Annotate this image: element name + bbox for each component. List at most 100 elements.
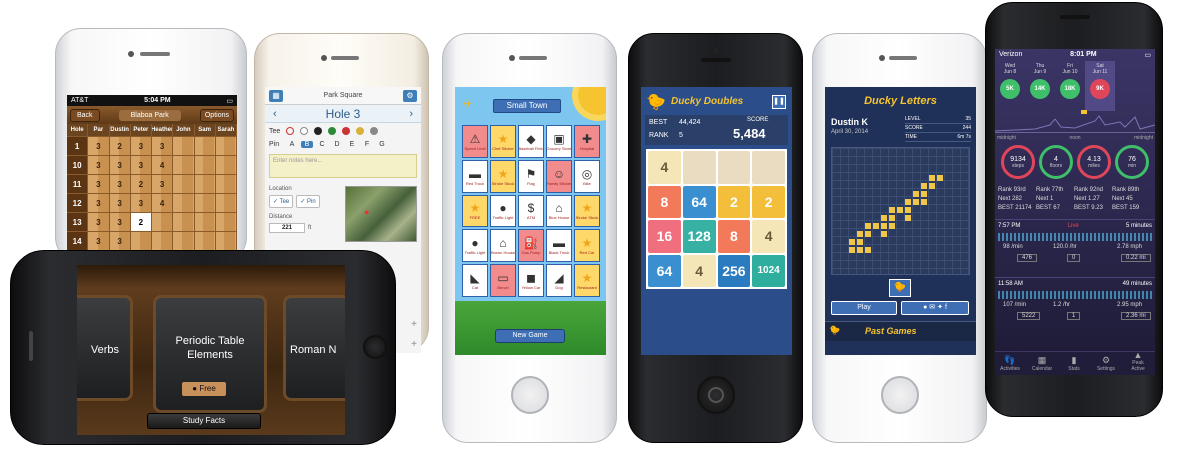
plus-icon[interactable]: +	[411, 315, 417, 335]
tee-color-gray[interactable]	[370, 127, 379, 135]
score-cell[interactable]: 3	[130, 137, 152, 156]
bingo-tile[interactable]: ✚ Hospital	[574, 125, 600, 158]
bingo-tile[interactable]: ◣ Cat	[462, 264, 488, 297]
next-hole-icon[interactable]: ›	[409, 108, 413, 120]
bingo-tile[interactable]: ⛽ Gas Pump	[518, 229, 544, 263]
card-roman-numerals[interactable]: Roman N	[283, 295, 345, 401]
tee-color-white[interactable]	[300, 127, 309, 135]
pin-option-c[interactable]: C	[316, 141, 328, 148]
score-cell[interactable]	[173, 175, 195, 194]
tee-color-gold[interactable]	[356, 127, 365, 135]
score-cell[interactable]	[173, 156, 195, 175]
score-cell[interactable]: 2	[109, 137, 131, 156]
score-cell[interactable]: 4	[152, 156, 174, 175]
score-cell[interactable]: 4	[152, 194, 174, 213]
day-column[interactable]: Thu Jun 9 14K	[1025, 61, 1055, 111]
study-facts-button[interactable]: Study Facts	[147, 413, 261, 429]
plus-icon[interactable]: +	[411, 335, 417, 353]
bingo-tile[interactable]: ▭ Bench	[490, 264, 516, 297]
bingo-tile[interactable]: ◆ Baseball Field	[518, 125, 544, 158]
bingo-tile[interactable]: ◎ Bike	[574, 159, 600, 193]
bingo-tile[interactable]: ★ Chef Sticker	[490, 125, 516, 158]
play-button[interactable]: Play	[831, 301, 897, 315]
tee-color-black[interactable]	[314, 127, 323, 135]
pin-option-a[interactable]: A	[286, 141, 298, 148]
score-cell[interactable]	[152, 213, 174, 232]
tee-color-none[interactable]	[286, 127, 295, 135]
home-button[interactable]	[881, 376, 919, 414]
tab-settings[interactable]: ⚙ Settings	[1093, 355, 1119, 372]
bingo-tile[interactable]: ★ FREE	[462, 194, 488, 228]
score-cell[interactable]	[194, 175, 216, 194]
bingo-tile[interactable]: ▬ Black Truck	[546, 229, 572, 263]
tab-calendar[interactable]: ▦ Calendar	[1029, 355, 1055, 372]
bingo-tile[interactable]: ◢ Dog	[546, 264, 572, 297]
score-cell[interactable]: 3	[152, 137, 174, 156]
location-pin-button[interactable]: ✓ Pin	[296, 195, 320, 208]
back-button[interactable]: Back	[70, 108, 100, 122]
bingo-tile[interactable]: ▣ Grocery Store	[546, 125, 572, 158]
score-cell[interactable]	[215, 232, 237, 251]
pin-option-b[interactable]: B	[301, 141, 313, 148]
day-column[interactable]: Fri Jun 10 18K	[1055, 61, 1085, 111]
activity-entry[interactable]: 7:57 PM Live 5 minutes 98 /min 476 120.0 /hr 0…	[995, 219, 1155, 273]
card-periodic-table[interactable]: Periodic Table Elements ● Free	[153, 295, 267, 413]
home-button[interactable]	[511, 376, 549, 414]
tab-stats[interactable]: ▮ Stats	[1061, 355, 1087, 372]
bingo-tile[interactable]: ★ Red Car	[574, 229, 600, 263]
score-cell[interactable]	[194, 137, 216, 156]
bingo-tile[interactable]: ☺ Family Sticker	[546, 159, 572, 193]
bingo-tile[interactable]: ⌂ Brown House	[490, 229, 516, 263]
pin-option-g[interactable]: G	[376, 141, 388, 148]
score-cell[interactable]: 3	[152, 175, 174, 194]
word-board[interactable]	[831, 147, 970, 275]
tile-grid[interactable]: 4 8 64 2 2 16 128 8 4 64 4 256 1024	[646, 149, 787, 289]
card-verbs[interactable]: Verbs	[77, 295, 133, 401]
bingo-tile[interactable]: ▬ Red Truck	[462, 159, 488, 193]
bingo-tile[interactable]: $ ATM	[518, 194, 544, 228]
bingo-tile[interactable]: ⌂ Blue House	[546, 194, 572, 228]
settings-icon[interactable]: ⚙	[402, 89, 417, 102]
bingo-tile[interactable]: ● Traffic Light	[490, 194, 516, 228]
score-cell[interactable]	[215, 213, 237, 232]
bingo-tile[interactable]: ★ Restaurant	[574, 264, 600, 297]
tab-peak-active[interactable]: ▲ Peak Active	[1125, 350, 1151, 372]
score-cell[interactable]: 3	[109, 232, 131, 251]
score-cell[interactable]	[215, 175, 237, 194]
options-button[interactable]: Options	[199, 108, 234, 122]
tee-color-red[interactable]	[342, 127, 351, 135]
score-cell[interactable]: 3	[109, 175, 131, 194]
prev-hole-icon[interactable]: ‹	[273, 108, 277, 120]
score-cell[interactable]: 2	[130, 213, 152, 232]
score-cell[interactable]	[130, 232, 152, 251]
day-selector[interactable]: Wed Jun 8 5K Thu Jun 9 14K Fri Jun 10 18K Sat Jun …	[995, 61, 1115, 111]
score-cell[interactable]	[173, 137, 195, 156]
home-button[interactable]	[363, 335, 387, 359]
tee-color-green[interactable]	[328, 127, 337, 135]
satellite-map[interactable]: ●	[345, 186, 417, 242]
notes-field[interactable]: Enter notes here...	[269, 154, 417, 178]
bingo-tile[interactable]: ◼ Yellow Car	[518, 264, 544, 297]
score-cell[interactable]	[215, 156, 237, 175]
score-cell[interactable]	[173, 213, 195, 232]
bingo-tile[interactable]: ● Traffic Light	[462, 229, 488, 263]
score-cell[interactable]: 3	[130, 156, 152, 175]
pin-option-e[interactable]: E	[346, 141, 358, 148]
activity-entry[interactable]: 11:58 AM 49 minutes 107 /min 5222 1.2 /hr 1 2.…	[995, 277, 1155, 331]
score-cell[interactable]	[215, 137, 237, 156]
share-button[interactable]: ● ✉ ✦ f	[901, 301, 969, 315]
distance-value[interactable]: 221	[269, 223, 306, 233]
score-cell[interactable]: 3	[130, 194, 152, 213]
day-column[interactable]: Sat Jun 11 9K	[1085, 61, 1115, 111]
score-cell[interactable]	[194, 213, 216, 232]
score-cell[interactable]	[194, 232, 216, 251]
score-cell[interactable]: 3	[109, 213, 131, 232]
score-cell[interactable]: 2	[130, 175, 152, 194]
bingo-tile[interactable]: ★ Stroke Stuck	[490, 159, 516, 193]
score-cell[interactable]	[152, 232, 174, 251]
score-cell[interactable]: 3	[109, 156, 131, 175]
pause-button[interactable]: ❚❚	[772, 95, 786, 109]
grid-menu-icon[interactable]: ▦	[269, 89, 283, 102]
score-cell[interactable]	[173, 194, 195, 213]
score-cell[interactable]: 3	[109, 194, 131, 213]
